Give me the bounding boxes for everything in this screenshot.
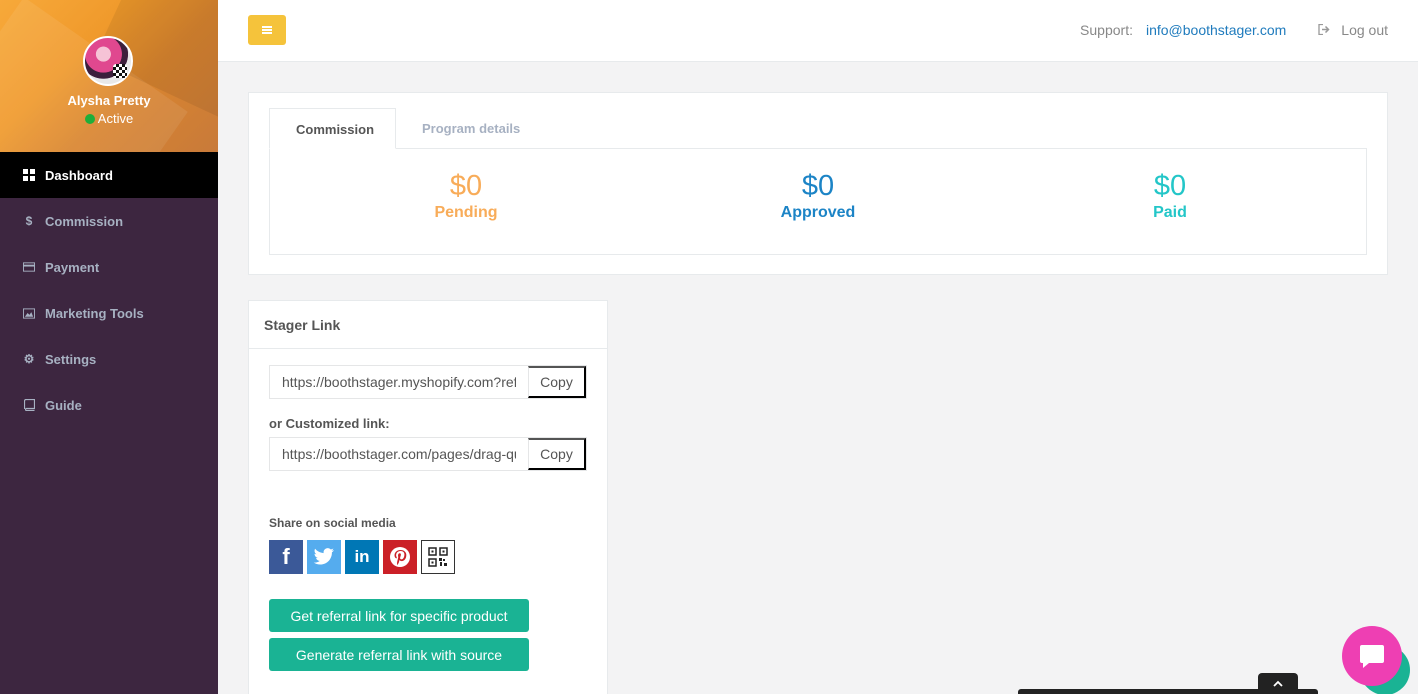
- status-text: Active: [97, 111, 134, 126]
- sidebar-item-label: Payment: [45, 259, 100, 275]
- th-large-icon: [23, 169, 35, 181]
- tab-program-details[interactable]: Program details: [396, 108, 541, 149]
- facebook-icon: f: [282, 544, 290, 569]
- share-social-label: Share on social media: [269, 516, 396, 530]
- linkedin-share-button[interactable]: in: [345, 540, 379, 574]
- copy-customized-link-button[interactable]: Copy: [528, 438, 586, 470]
- approved-value: $0: [801, 170, 835, 202]
- stager-link-group: Copy: [269, 365, 587, 399]
- copy-stager-link-button[interactable]: Copy: [528, 366, 586, 398]
- twitter-icon: [313, 548, 334, 565]
- sign-out-icon: [1318, 23, 1331, 38]
- linkedin-icon: in: [354, 547, 370, 566]
- hamburger-icon: [262, 26, 272, 34]
- dollar-icon: $: [25, 214, 33, 228]
- support-email-link[interactable]: info@boothstager.com: [1146, 22, 1286, 38]
- sidebar-item-dashboard[interactable]: Dashboard: [0, 152, 218, 198]
- support-area: Support: info@boothstager.com Log out: [1080, 22, 1388, 38]
- generate-source-referral-link-button[interactable]: Generate referral link with source: [269, 638, 529, 671]
- profile-header: Alysha Pretty Active: [0, 0, 218, 152]
- pending-value: $0: [449, 170, 483, 202]
- sidebar-item-label: Dashboard: [45, 167, 113, 183]
- paid-label: Paid: [1153, 204, 1187, 221]
- qr-code-icon: [428, 547, 448, 567]
- sidebar-item-label: Marketing Tools: [45, 305, 144, 321]
- pinterest-share-button[interactable]: [383, 540, 417, 574]
- sidebar: Alysha Pretty Active Dashboard $ Commiss…: [0, 0, 218, 694]
- stat-approved: $0 Approved: [718, 169, 918, 223]
- sidebar-item-payment[interactable]: Payment: [0, 244, 218, 290]
- stager-link-panel: Stager Link Copy or Customized link: Cop…: [248, 300, 608, 694]
- menu-toggle-button[interactable]: [248, 15, 286, 45]
- approved-label: Approved: [780, 204, 856, 221]
- status-dot-icon: [84, 114, 95, 124]
- stat-paid: $0 Paid: [1070, 169, 1270, 223]
- sidebar-item-label: Commission: [45, 213, 124, 229]
- logout-label: Log out: [1341, 22, 1388, 38]
- stat-pending: $0 Pending: [366, 169, 566, 223]
- commission-panel: Commission Program details $0 Pending $0…: [248, 92, 1388, 275]
- page-scrollbar[interactable]: [1418, 0, 1424, 694]
- chat-bubble-icon: [1360, 645, 1384, 668]
- customized-link-label: or Customized link:: [269, 416, 390, 431]
- pending-label: Pending: [434, 204, 498, 221]
- sidebar-item-commission[interactable]: $ Commission: [0, 198, 218, 244]
- facebook-share-button[interactable]: f: [269, 540, 303, 574]
- get-product-referral-link-button[interactable]: Get referral link for specific product: [269, 599, 529, 632]
- stager-link-input[interactable]: [270, 366, 528, 398]
- image-icon: [23, 307, 35, 319]
- sidebar-item-guide[interactable]: Guide: [0, 382, 218, 428]
- sidebar-item-label: Settings: [45, 351, 97, 367]
- sidebar-item-settings[interactable]: ⚙ Settings: [0, 336, 218, 382]
- tab-commission[interactable]: Commission: [269, 108, 397, 149]
- commission-tab-content: $0 Pending $0 Approved $0 Paid: [269, 148, 1367, 255]
- commission-tabs: Commission Program details: [269, 108, 541, 149]
- sidebar-item-marketing-tools[interactable]: Marketing Tools: [0, 290, 218, 336]
- gear-icon: ⚙: [23, 352, 35, 366]
- chat-widget-button[interactable]: [1342, 626, 1402, 686]
- scroll-top-button[interactable]: [1258, 673, 1298, 694]
- social-share-buttons: f in: [269, 540, 455, 574]
- paid-value: $0: [1153, 170, 1187, 202]
- customized-link-input[interactable]: [270, 438, 528, 470]
- top-navbar: Support: info@boothstager.com Log out: [218, 0, 1418, 62]
- avatar[interactable]: [83, 36, 133, 86]
- profile-status: Active: [0, 111, 218, 126]
- customized-link-group: Copy: [269, 437, 587, 471]
- logout-link[interactable]: Log out: [1318, 22, 1388, 38]
- profile-name[interactable]: Alysha Pretty: [0, 93, 218, 108]
- stager-link-title: Stager Link: [249, 301, 607, 349]
- chevron-up-icon: [1273, 680, 1283, 687]
- book-icon: [23, 399, 35, 411]
- qr-code-button[interactable]: [421, 540, 455, 574]
- twitter-share-button[interactable]: [307, 540, 341, 574]
- pinterest-icon: [390, 547, 410, 567]
- sidebar-item-label: Guide: [45, 397, 82, 413]
- credit-card-icon: [23, 261, 35, 273]
- support-label: Support:: [1080, 22, 1133, 38]
